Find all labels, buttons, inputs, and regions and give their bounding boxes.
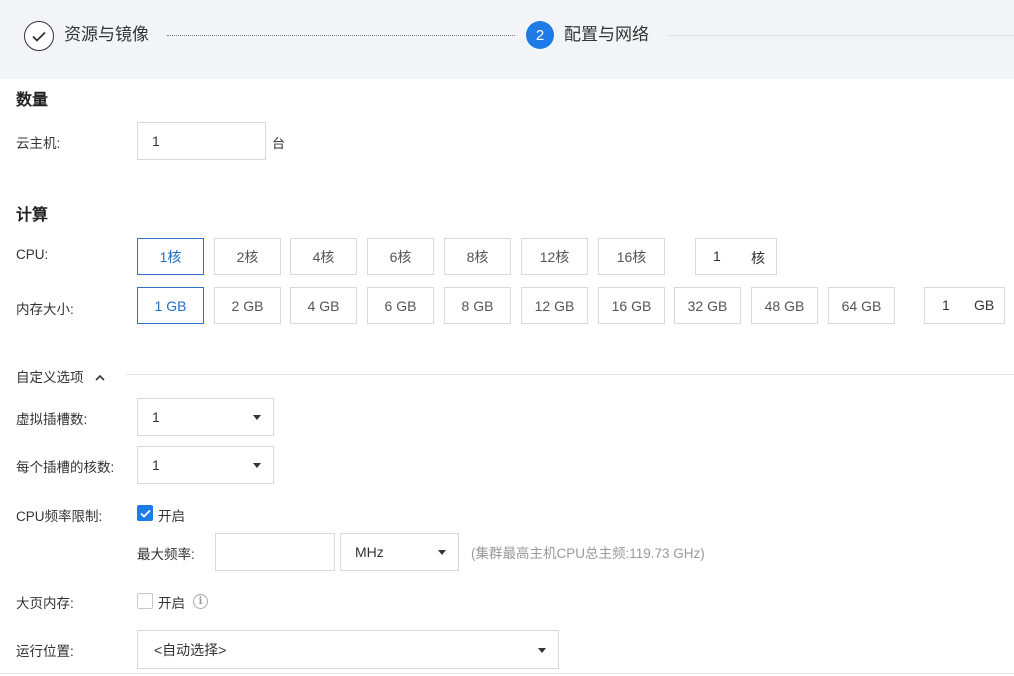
chevron-up-icon (95, 369, 105, 384)
cpu-custom-unit: 核 (751, 250, 765, 266)
memory-custom-value: 1 (942, 297, 950, 313)
cpu-option[interactable]: 12核 (521, 238, 588, 275)
custom-options-title: 自定义选项 (16, 370, 84, 385)
vm-count-label: 云主机: (16, 136, 61, 151)
info-icon[interactable]: i (193, 594, 208, 609)
frequency-unit-value: MHz (355, 544, 384, 560)
vm-count-input[interactable]: 1 (137, 122, 266, 160)
sockets-value: 1 (152, 409, 160, 425)
frequency-unit-select[interactable]: MHz (340, 533, 459, 571)
step-connector (167, 35, 515, 36)
memory-option[interactable]: 12 GB (521, 287, 588, 324)
step-2-label: 配置与网络 (564, 25, 649, 44)
cpu-option[interactable]: 8核 (444, 238, 511, 275)
memory-option[interactable]: 2 GB (214, 287, 281, 324)
cpu-label: CPU: (16, 247, 49, 262)
memory-option[interactable]: 48 GB (751, 287, 818, 324)
memory-custom-input[interactable]: 1 GB (924, 287, 1005, 324)
max-frequency-input[interactable] (215, 533, 335, 571)
memory-option[interactable]: 6 GB (367, 287, 434, 324)
cpu-custom-input[interactable]: 1 核 (695, 238, 777, 275)
memory-option[interactable]: 32 GB (674, 287, 741, 324)
hugepage-label: 大页内存: (16, 596, 74, 611)
memory-label: 内存大小: (16, 302, 74, 317)
cpu-limit-checkbox[interactable] (137, 505, 153, 521)
run-location-select[interactable]: <自动选择> (137, 630, 559, 669)
cpu-custom-value: 1 (713, 248, 721, 264)
caret-down-icon (438, 550, 446, 555)
hugepage-text[interactable]: 开启 (158, 592, 185, 612)
step-complete-check-icon (24, 21, 54, 51)
custom-options-divider (126, 374, 1014, 375)
memory-option[interactable]: 1 GB (137, 287, 204, 324)
run-location-label: 运行位置: (16, 644, 74, 659)
max-frequency-hint: (集群最高主机CPU总主频:119.73 GHz) (471, 546, 705, 561)
memory-custom-unit: GB (974, 297, 995, 313)
step-1-label[interactable]: 资源与镜像 (64, 24, 149, 46)
memory-option[interactable]: 64 GB (828, 287, 895, 324)
caret-down-icon (253, 463, 261, 468)
compute-section-title: 计算 (16, 207, 49, 224)
sockets-select[interactable]: 1 (137, 398, 274, 436)
memory-option[interactable]: 4 GB (290, 287, 357, 324)
step-connector-next (668, 35, 1014, 36)
memory-option[interactable]: 16 GB (598, 287, 665, 324)
run-location-value: <自动选择> (154, 641, 227, 658)
cpu-option[interactable]: 2核 (214, 238, 281, 275)
cpu-option[interactable]: 6核 (367, 238, 434, 275)
cores-per-socket-label: 每个插槽的核数: (16, 460, 115, 475)
cpu-option[interactable]: 1核 (137, 238, 204, 275)
cpu-limit-label: CPU频率限制: (16, 509, 103, 524)
cpu-option[interactable]: 4核 (290, 238, 357, 275)
cores-per-socket-select[interactable]: 1 (137, 446, 274, 484)
step-2-number: 2 (526, 21, 554, 49)
cores-per-socket-value: 1 (152, 457, 160, 473)
sockets-label: 虚拟插槽数: (16, 412, 88, 427)
caret-down-icon (538, 647, 546, 653)
cpu-option[interactable]: 16核 (598, 238, 665, 275)
caret-down-icon (253, 415, 261, 420)
wizard-steps: 资源与镜像 2 配置与网络 (0, 0, 1014, 79)
hugepage-checkbox[interactable] (137, 593, 153, 609)
memory-option[interactable]: 8 GB (444, 287, 511, 324)
bottom-divider (0, 673, 1014, 674)
cpu-limit-text[interactable]: 开启 (158, 505, 185, 525)
max-frequency-label: 最大频率: (137, 547, 195, 562)
vm-count-unit: 台 (272, 136, 286, 151)
custom-options-toggle[interactable]: 自定义选项 (16, 366, 105, 386)
quantity-section-title: 数量 (16, 92, 49, 109)
